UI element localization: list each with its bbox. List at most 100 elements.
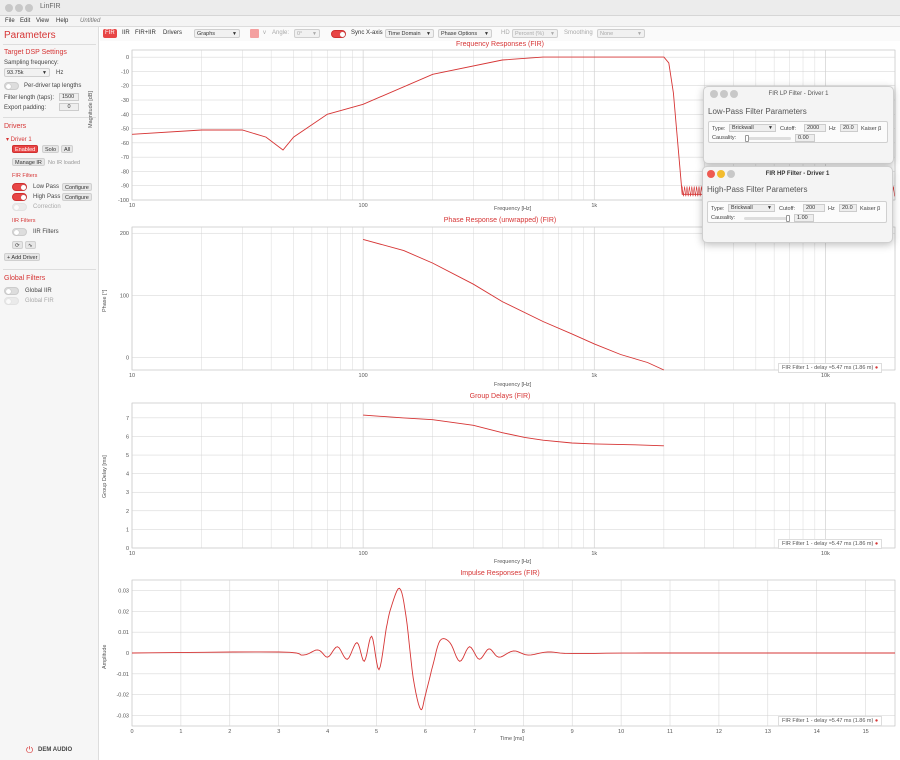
lp-causality-slider[interactable] (745, 137, 791, 140)
lp-params-panel: Type: Brickwall ▼ Cutoff: 2000 Hz 20.0 Ka… (708, 121, 888, 143)
x-tick-label: 12 (716, 729, 722, 735)
y-tick-label: -20 (121, 84, 129, 90)
legend-dot-icon: ● (874, 365, 879, 371)
legend-text: FIR Filter 1 - delay ≈5.47 ms (1.86 m) (782, 365, 874, 371)
y-tick-label: -90 (121, 184, 129, 190)
hp-causality-slider[interactable] (744, 217, 790, 220)
lp-causality-thumb[interactable] (745, 135, 749, 142)
phase-legend: FIR Filter 1 - delay ≈5.47 ms (1.86 m) ● (778, 363, 883, 373)
lp-hz-label: Hz (829, 126, 836, 132)
y-tick-label: 6 (126, 434, 129, 440)
y-tick-label: 5 (126, 453, 129, 459)
x-tick-label: 7 (473, 729, 476, 735)
phase-chart-frame (131, 226, 896, 371)
y-tick-label: -0.03 (116, 714, 129, 720)
y-tick-label: -30 (121, 98, 129, 104)
group-delay-legend: FIR Filter 1 - delay ≈5.47 ms (1.86 m) ● (778, 539, 883, 549)
lp-type-select[interactable]: Brickwall ▼ (729, 124, 776, 132)
frequency-ylabel: Magnitude [dB] (88, 91, 94, 128)
y-tick-label: -70 (121, 155, 129, 161)
y-tick-label: -0.02 (116, 693, 129, 699)
x-tick-label: 2 (228, 729, 231, 735)
impulse-legend: FIR Filter 1 - delay ≈5.47 ms (1.86 m) ● (778, 716, 883, 726)
lp-type-label: Type: (712, 126, 726, 132)
legend-text: FIR Filter 1 - delay ≈5.47 ms (1.86 m) (782, 541, 874, 547)
y-tick-label: 200 (120, 231, 129, 237)
lp-type-value: Brickwall (732, 125, 754, 131)
x-tick-label: 100 (359, 373, 368, 379)
y-tick-label: 3 (126, 490, 129, 496)
group-delay-ylabel: Group Delay [ms] (102, 455, 108, 498)
x-tick-label: 10 (129, 203, 135, 209)
legend-dot-icon: ● (874, 718, 879, 724)
hp-cutoff-input[interactable]: 200 (803, 204, 825, 212)
group-delay-chart-frame (131, 402, 896, 549)
hp-causality-thumb[interactable] (786, 215, 790, 222)
lp-causality-label: Causality: (712, 135, 737, 141)
impulse-xlabel: Time [ms] (500, 736, 524, 742)
hp-dialog-title: FIR HP Filter - Driver 1 (765, 171, 830, 177)
y-tick-label: -40 (121, 112, 129, 118)
lp-cutoff-label: Cutoff: (780, 126, 797, 132)
x-tick-label: 10 (618, 729, 624, 735)
hp-dialog-heading: High-Pass Filter Parameters (707, 185, 808, 194)
x-tick-label: 10k (821, 551, 830, 557)
x-tick-label: 10k (821, 373, 830, 379)
hp-hz-label: Hz (828, 206, 835, 212)
hp-filter-dialog[interactable]: FIR HP Filter - Driver 1 High-Pass Filte… (702, 166, 893, 243)
x-tick-label: 0 (130, 729, 133, 735)
lp-dialog-title: FIR LP Filter - Driver 1 (768, 91, 829, 97)
phase-curve (362, 238, 665, 371)
lp-causality-value[interactable]: 0.00 (795, 134, 815, 142)
y-tick-label: -80 (121, 169, 129, 175)
x-tick-label: 10 (129, 373, 135, 379)
x-tick-label: 1k (591, 551, 597, 557)
hp-type-select[interactable]: Brickwall ▼ (728, 204, 775, 212)
x-tick-label: 4 (326, 729, 329, 735)
hp-kaiser-label: Kaiser β (860, 206, 881, 212)
y-tick-label: 0.03 (118, 588, 129, 594)
y-tick-label: 0 (126, 356, 129, 362)
x-tick-label: 14 (814, 729, 820, 735)
y-tick-label: -10 (121, 69, 129, 75)
hp-type-label: Type: (711, 206, 725, 212)
y-tick-label: 0 (126, 651, 129, 657)
phase-ylabel: Phase [°] (102, 289, 108, 312)
x-tick-label: 6 (424, 729, 427, 735)
x-tick-label: 100 (359, 551, 368, 557)
group-delay-curve (363, 414, 664, 447)
lp-filter-dialog[interactable]: FIR LP Filter - Driver 1 Low-Pass Filter… (703, 86, 894, 164)
x-tick-label: 1k (591, 373, 597, 379)
y-tick-label: 4 (126, 472, 129, 478)
chevron-down-icon: ▼ (768, 125, 773, 131)
y-tick-label: 0.01 (118, 630, 129, 636)
y-tick-label: 0.02 (118, 609, 129, 615)
x-tick-label: 13 (765, 729, 771, 735)
y-tick-label: 0 (126, 55, 129, 61)
hp-params-panel: Type: Brickwall ▼ Cutoff: 200 Hz 20.0 Kai… (707, 201, 887, 223)
hp-kaiser-input[interactable]: 20.0 (839, 204, 857, 212)
hp-cutoff-label: Cutoff: (779, 206, 796, 212)
x-tick-label: 9 (571, 729, 574, 735)
impulse-ylabel: Amplitude (102, 644, 108, 669)
hp-causality-value[interactable]: 1.00 (794, 214, 814, 222)
x-tick-label: 100 (359, 203, 368, 209)
hp-causality-label: Causality: (711, 215, 736, 221)
x-tick-label: 8 (522, 729, 525, 735)
y-tick-label: 2 (126, 509, 129, 515)
x-tick-label: 1 (179, 729, 182, 735)
y-tick-label: 100 (120, 293, 129, 299)
legend-text: FIR Filter 1 - delay ≈5.47 ms (1.86 m) (782, 718, 874, 724)
y-tick-label: -60 (121, 141, 129, 147)
lp-cutoff-input[interactable]: 2000 (804, 124, 826, 132)
chevron-down-icon: ▼ (767, 205, 772, 211)
frequency-xlabel: Frequency [Hz] (494, 206, 532, 212)
x-tick-label: 15 (863, 729, 869, 735)
lp-kaiser-label: Kaiser β (861, 126, 882, 132)
x-tick-label: 3 (277, 729, 280, 735)
y-tick-label: -0.01 (116, 672, 129, 678)
lp-dialog-heading: Low-Pass Filter Parameters (708, 107, 807, 116)
lp-kaiser-input[interactable]: 20.0 (840, 124, 858, 132)
hp-type-value: Brickwall (731, 205, 753, 211)
y-tick-label: 7 (126, 416, 129, 422)
